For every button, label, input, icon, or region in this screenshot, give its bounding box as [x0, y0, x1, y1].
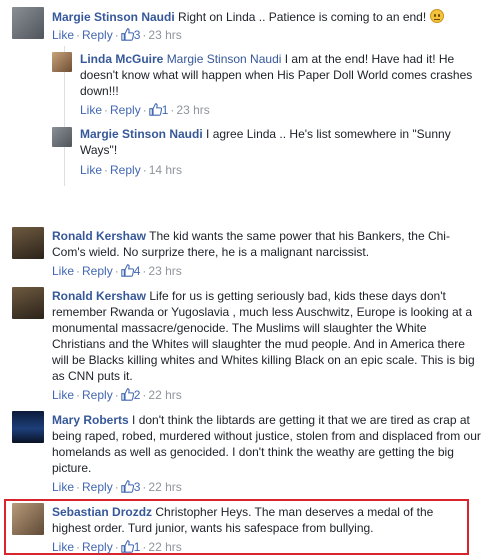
- like-link[interactable]: Like: [52, 480, 74, 494]
- like-count[interactable]: 3: [134, 480, 141, 494]
- avatar[interactable]: [12, 287, 44, 319]
- like-count[interactable]: 2: [134, 388, 141, 402]
- reply-link[interactable]: Reply: [82, 388, 113, 402]
- thumbs-up-icon: [120, 28, 134, 41]
- author-name[interactable]: Linda McGuire: [80, 52, 163, 66]
- like-link[interactable]: Like: [52, 264, 74, 278]
- reply-link[interactable]: Reply: [82, 540, 113, 554]
- reply-link[interactable]: Reply: [110, 103, 141, 117]
- like-link[interactable]: Like: [52, 388, 74, 402]
- like-count[interactable]: 4: [134, 264, 141, 278]
- author-name[interactable]: Ronald Kershaw: [52, 289, 146, 303]
- thumbs-up-icon: [120, 480, 134, 493]
- comment-text: Life for us is getting seriously bad, ki…: [52, 289, 475, 383]
- like-link[interactable]: Like: [52, 540, 74, 554]
- like-count[interactable]: 1: [134, 540, 141, 554]
- reply-link[interactable]: Reply: [82, 264, 113, 278]
- timestamp[interactable]: 23 hrs: [148, 28, 181, 42]
- reply-link[interactable]: Reply: [82, 28, 113, 42]
- timestamp[interactable]: 22 hrs: [148, 540, 181, 554]
- like-link[interactable]: Like: [52, 28, 74, 42]
- avatar[interactable]: [12, 227, 44, 259]
- timestamp[interactable]: 14 hrs: [149, 163, 182, 177]
- author-name[interactable]: Margie Stinson Naudi: [52, 10, 175, 24]
- thumbs-up-icon: [148, 103, 162, 116]
- avatar[interactable]: [12, 7, 44, 39]
- like-link[interactable]: Like: [80, 103, 102, 117]
- author-name[interactable]: Ronald Kershaw: [52, 229, 146, 243]
- timestamp[interactable]: 23 hrs: [148, 264, 181, 278]
- author-name[interactable]: Mary Roberts: [52, 413, 129, 427]
- mention-tag[interactable]: Margie Stinson Naudi: [167, 52, 282, 66]
- reply-link[interactable]: Reply: [82, 480, 113, 494]
- timestamp[interactable]: 22 hrs: [148, 480, 181, 494]
- timestamp[interactable]: 22 hrs: [148, 388, 181, 402]
- confused-emoji-icon: [429, 9, 444, 23]
- author-name[interactable]: Sebastian Drozdz: [52, 505, 152, 519]
- avatar[interactable]: [52, 52, 72, 72]
- reply-link[interactable]: Reply: [110, 163, 141, 177]
- author-name[interactable]: Margie Stinson Naudi: [80, 127, 203, 141]
- avatar[interactable]: [12, 411, 44, 443]
- thumbs-up-icon: [120, 388, 134, 401]
- like-link[interactable]: Like: [80, 163, 102, 177]
- comment-text: Right on Linda .. Patience is coming to …: [178, 10, 427, 24]
- avatar[interactable]: [12, 503, 44, 535]
- timestamp[interactable]: 23 hrs: [176, 103, 209, 117]
- like-count[interactable]: 3: [134, 28, 141, 42]
- avatar[interactable]: [52, 127, 72, 147]
- thumbs-up-icon: [120, 264, 134, 277]
- like-count[interactable]: 1: [162, 103, 169, 117]
- thumbs-up-icon: [120, 540, 134, 553]
